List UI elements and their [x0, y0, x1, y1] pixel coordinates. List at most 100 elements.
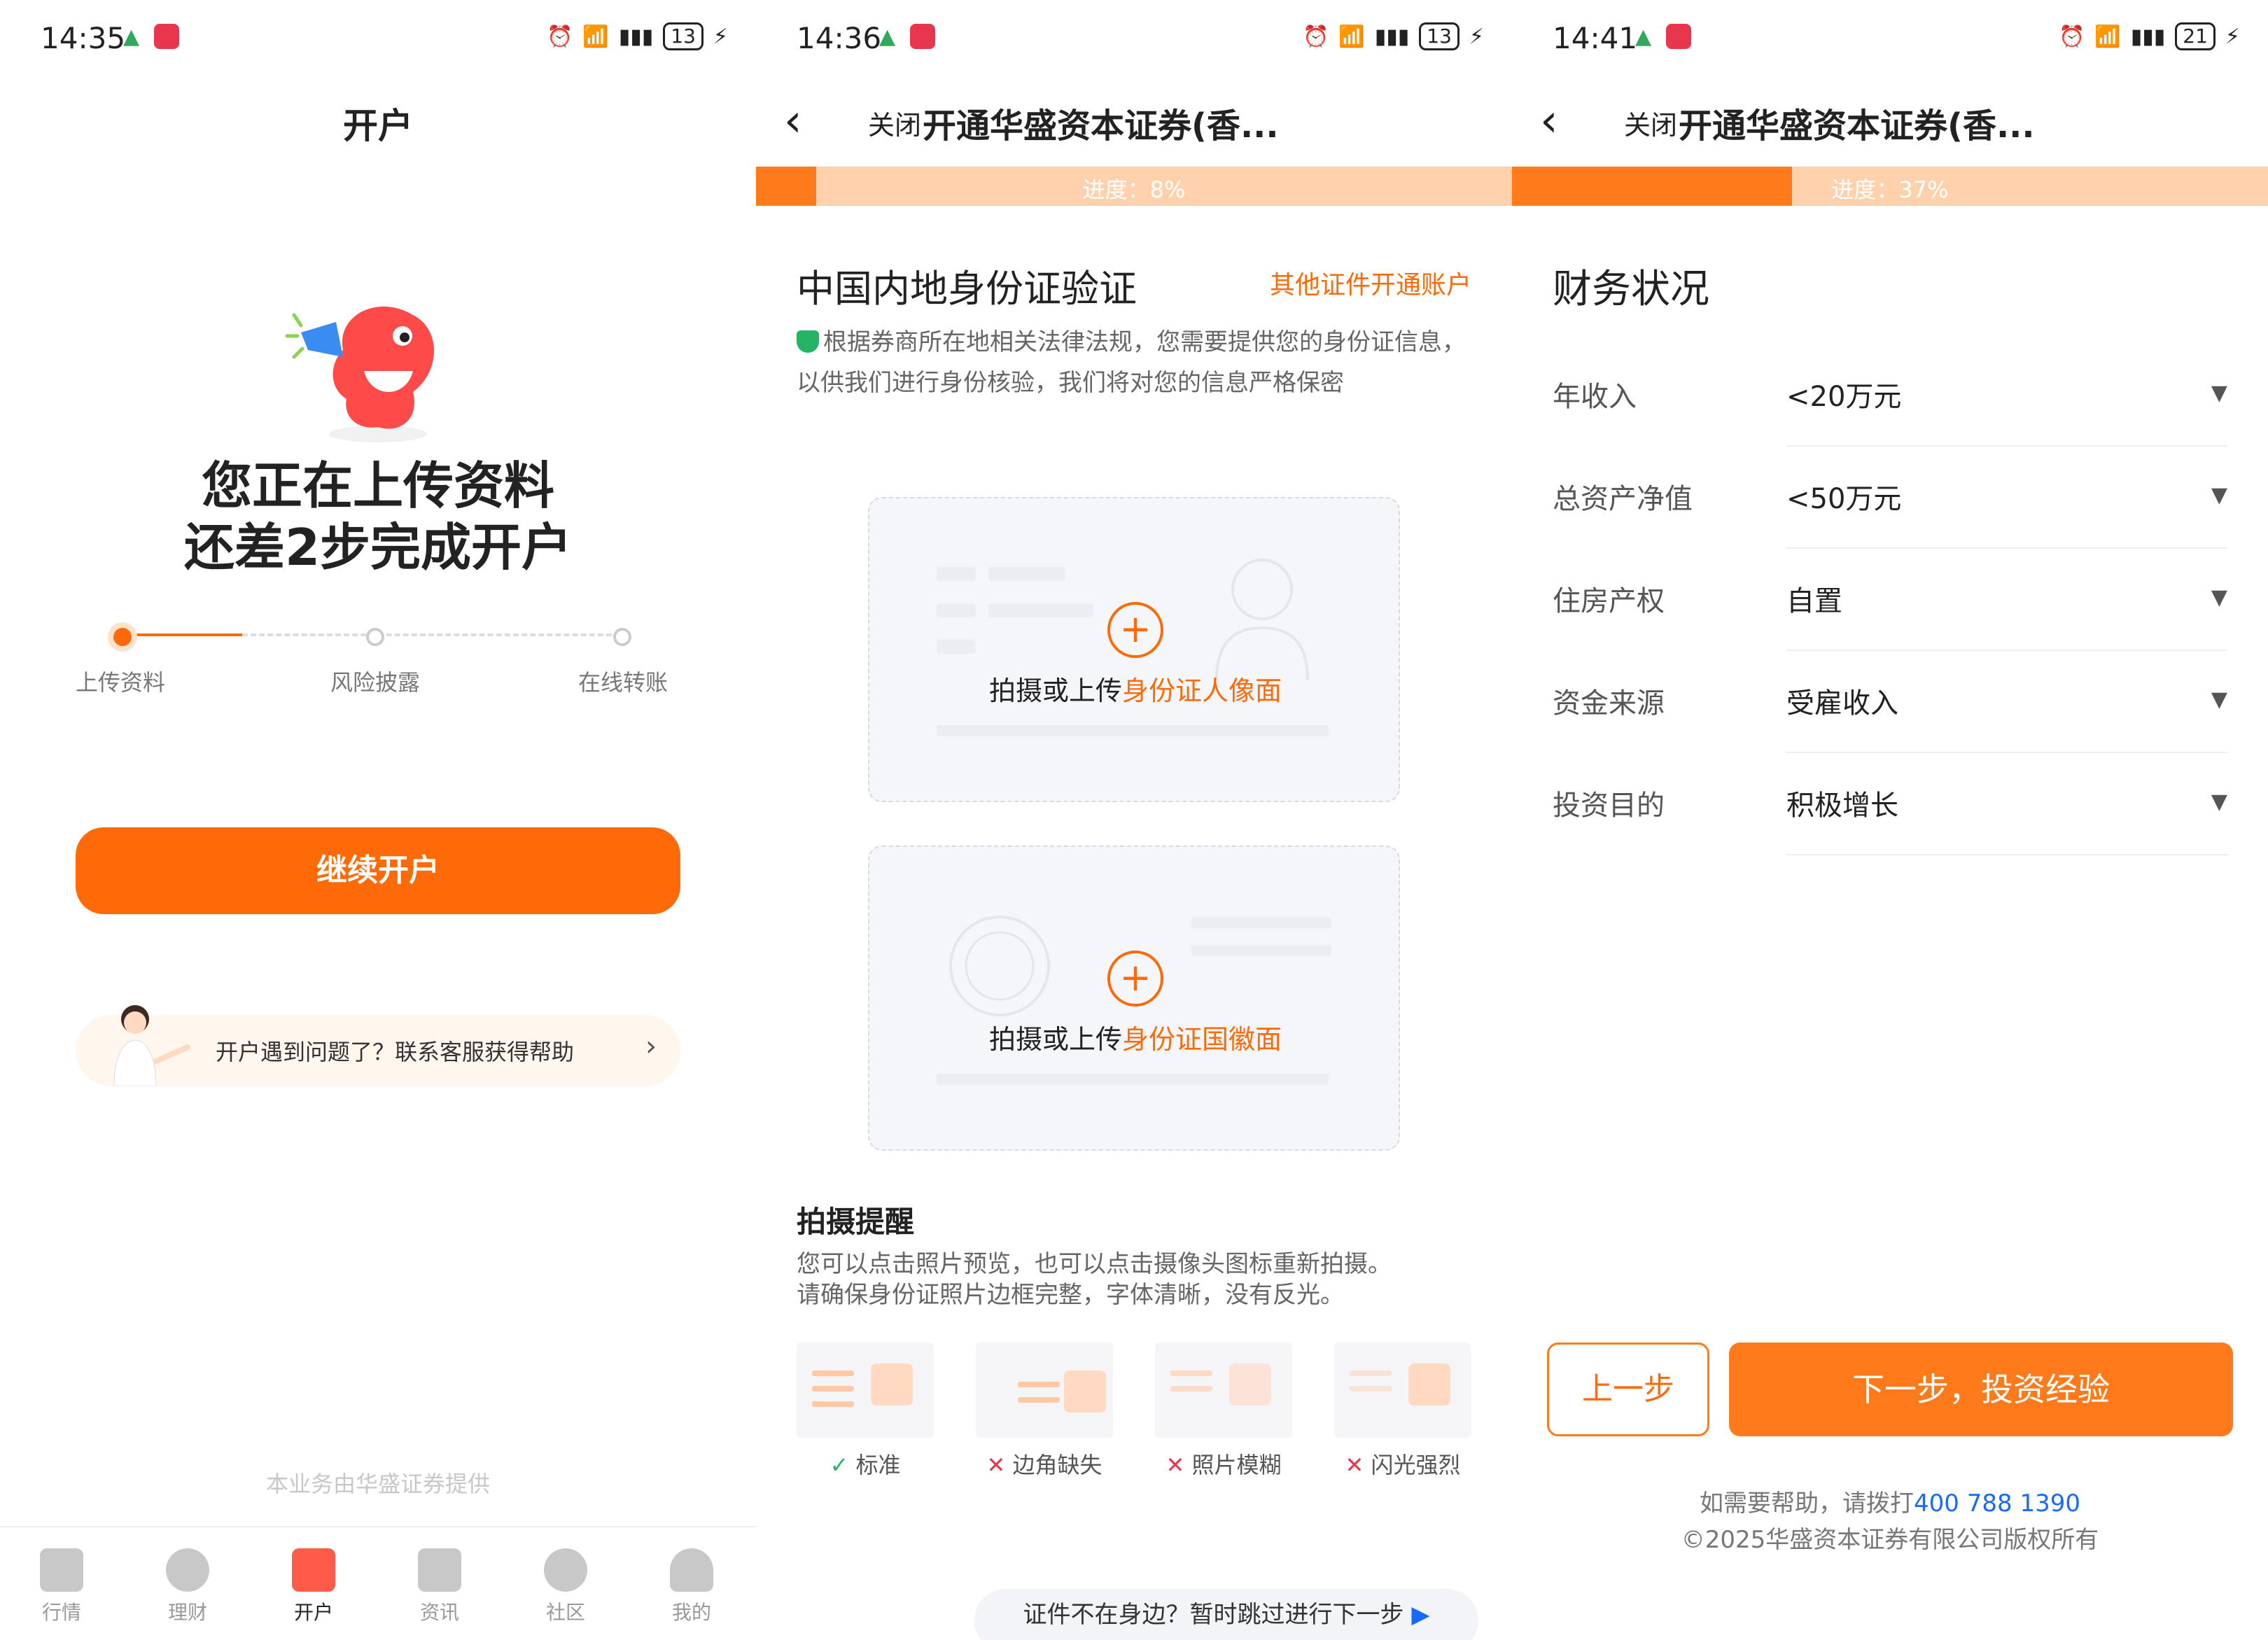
placeholder-line — [812, 1401, 854, 1407]
upload-label-highlight: 身份证人像面 — [1122, 675, 1282, 706]
alarm-icon: ⏰ — [1303, 24, 1329, 49]
field-label: 住房产权 — [1553, 585, 1665, 617]
placeholder-line — [812, 1386, 854, 1392]
chevron-right-icon: › — [645, 1030, 657, 1063]
privacy-note-text: 根据券商所在地相关法律法规，您需要提供您的身份证信息，以供我们进行身份核验，我们… — [797, 328, 1466, 397]
news-icon — [418, 1548, 461, 1592]
profile-icon — [670, 1548, 713, 1592]
privacy-note: 根据券商所在地相关法律法规，您需要提供您的身份证信息，以供我们进行身份核验，我们… — [797, 322, 1476, 403]
divider — [1786, 854, 2227, 855]
tab-market[interactable]: 行情 — [20, 1548, 104, 1625]
field-value[interactable]: 积极增长 — [1786, 783, 1898, 823]
upload-id-portrait-card[interactable]: + 拍摄或上传身份证人像面 — [868, 497, 1400, 802]
placeholder-line — [937, 1074, 1329, 1085]
dropdown-arrow-icon[interactable]: ▼ — [2211, 790, 2227, 814]
mascot-dragon-icon — [285, 307, 434, 442]
battery-icon: 13 — [1419, 22, 1460, 50]
page-title: 开户 — [343, 106, 413, 146]
refresh-icon — [544, 1548, 587, 1592]
divider — [1786, 752, 2227, 753]
progress-label: 进度：37% — [1831, 176, 1949, 203]
field-value[interactable]: <50万元 — [1786, 476, 1901, 517]
x-circle-icon: ✕ — [1166, 1452, 1185, 1478]
status-icons: ⏰ 📶 ▮▮▮ 21 ⚡ — [2059, 22, 2240, 50]
example-label: ✓ 标准 — [797, 1448, 934, 1480]
example-label-text: 闪光强烈 — [1371, 1452, 1461, 1478]
example-label: ✕ 边角缺失 — [976, 1448, 1113, 1480]
tab-label: 行情 — [41, 1601, 81, 1624]
tab-profile[interactable]: 我的 — [650, 1548, 734, 1625]
skip-text: 证件不在身边？暂时跳过进行下一步 — [1023, 1601, 1404, 1629]
step-line-pending — [242, 633, 620, 636]
face-icon — [871, 1364, 913, 1406]
back-arrow-icon[interactable]: ‹ — [784, 95, 802, 147]
progress-bar: 进度：8% — [756, 167, 1512, 206]
field-value[interactable]: <20万元 — [1786, 374, 1901, 414]
field-label: 资金来源 — [1553, 687, 1665, 720]
example-label-text: 标准 — [855, 1452, 901, 1478]
upload-emblem-label: 拍摄或上传身份证国徽面 — [869, 1018, 1401, 1056]
step-label: 风险披露 — [330, 669, 421, 696]
play-arrow-icon: ▶ — [1411, 1601, 1430, 1629]
signal-icon: ▮▮▮ — [2130, 24, 2166, 49]
placeholder-line — [1170, 1386, 1212, 1392]
other-document-link[interactable]: 其他证件开通账户 — [1270, 265, 1471, 301]
upload-portrait-label: 拍摄或上传身份证人像面 — [869, 669, 1401, 708]
wifi-icon: 📶 — [582, 24, 609, 49]
dropdown-arrow-icon[interactable]: ▼ — [2211, 381, 2227, 405]
face-icon — [1229, 1364, 1271, 1406]
close-button[interactable]: 关闭 — [868, 104, 921, 142]
field-value[interactable]: 自置 — [1786, 578, 1842, 619]
upload-id-emblem-card[interactable]: + 拍摄或上传身份证国徽面 — [868, 846, 1400, 1151]
placeholder-line — [988, 603, 1093, 617]
status-bar: 14:36 ▲ ⏰ 📶 ▮▮▮ 13 ⚡ — [756, 14, 1512, 63]
previous-step-button[interactable]: 上一步 — [1547, 1343, 1709, 1436]
upload-status-headline: 您正在上传资料 还差2步完成开户 — [0, 455, 756, 578]
signal-icon: ▮▮▮ — [1374, 24, 1410, 49]
next-step-button[interactable]: 下一步，投资经验 — [1729, 1343, 2233, 1436]
tips-title: 拍摄提醒 — [797, 1205, 915, 1239]
copyright: ©2025华盛资本证券有限公司版权所有 — [1681, 1526, 2099, 1554]
divider — [1786, 547, 2227, 549]
gift-icon — [292, 1548, 335, 1592]
dropdown-arrow-icon[interactable]: ▼ — [2211, 585, 2227, 610]
placeholder-line — [937, 567, 976, 581]
dropdown-arrow-icon[interactable]: ▼ — [2211, 687, 2227, 712]
tab-news[interactable]: 资讯 — [398, 1548, 482, 1625]
status-time: 14:36 — [797, 21, 882, 55]
add-photo-icon: + — [1107, 602, 1163, 658]
headline-line-1: 您正在上传资料 — [201, 456, 554, 515]
example-label-text: 照片模糊 — [1191, 1452, 1282, 1478]
progress-bar: 进度：37% — [1512, 167, 2268, 206]
skip-document-button[interactable]: 证件不在身边？暂时跳过进行下一步 ▶ — [974, 1589, 1478, 1640]
field-value[interactable]: 受雇收入 — [1786, 680, 1898, 721]
close-button[interactable]: 关闭 — [1624, 104, 1677, 142]
tab-label: 社区 — [545, 1601, 585, 1624]
example-label: ✕ 照片模糊 — [1155, 1448, 1292, 1480]
continue-open-account-button[interactable]: 继续开户 — [76, 827, 680, 914]
alarm-icon: ⏰ — [547, 24, 573, 49]
dropdown-arrow-icon[interactable]: ▼ — [2211, 483, 2227, 507]
headline-line-2: 还差2步完成开户 — [183, 518, 573, 577]
charging-icon: ⚡ — [713, 24, 728, 49]
charging-icon: ⚡ — [1469, 24, 1484, 49]
customer-service-agent-icon — [113, 1005, 190, 1086]
back-arrow-icon[interactable]: ‹ — [1540, 95, 1558, 147]
tab-label: 理财 — [167, 1601, 207, 1624]
example-missing-corner-image — [976, 1343, 1113, 1438]
signal-icon: ▮▮▮ — [618, 24, 654, 49]
placeholder-line — [1018, 1382, 1060, 1387]
step-dot — [613, 628, 631, 646]
help-phone-link[interactable]: 400 788 1390 — [1914, 1490, 2080, 1518]
tips-line: 您可以点击照片预览，也可以点击摄像头图标重新拍摄。 — [797, 1250, 1392, 1278]
section-title: 财务状况 — [1553, 267, 1709, 312]
placeholder-line — [1018, 1397, 1060, 1403]
tab-community[interactable]: 社区 — [524, 1548, 608, 1625]
tab-open-account[interactable]: 开户 — [272, 1548, 356, 1625]
customer-service-help-banner[interactable]: 开户遇到问题了？联系客服获得帮助 › — [76, 1005, 680, 1086]
battery-icon: 21 — [2175, 22, 2216, 50]
notification-app-icon — [154, 24, 179, 49]
tab-wealth[interactable]: 理财 — [146, 1548, 230, 1625]
add-photo-icon: + — [1107, 951, 1163, 1007]
section-title: 中国内地身份证验证 — [797, 267, 1137, 311]
